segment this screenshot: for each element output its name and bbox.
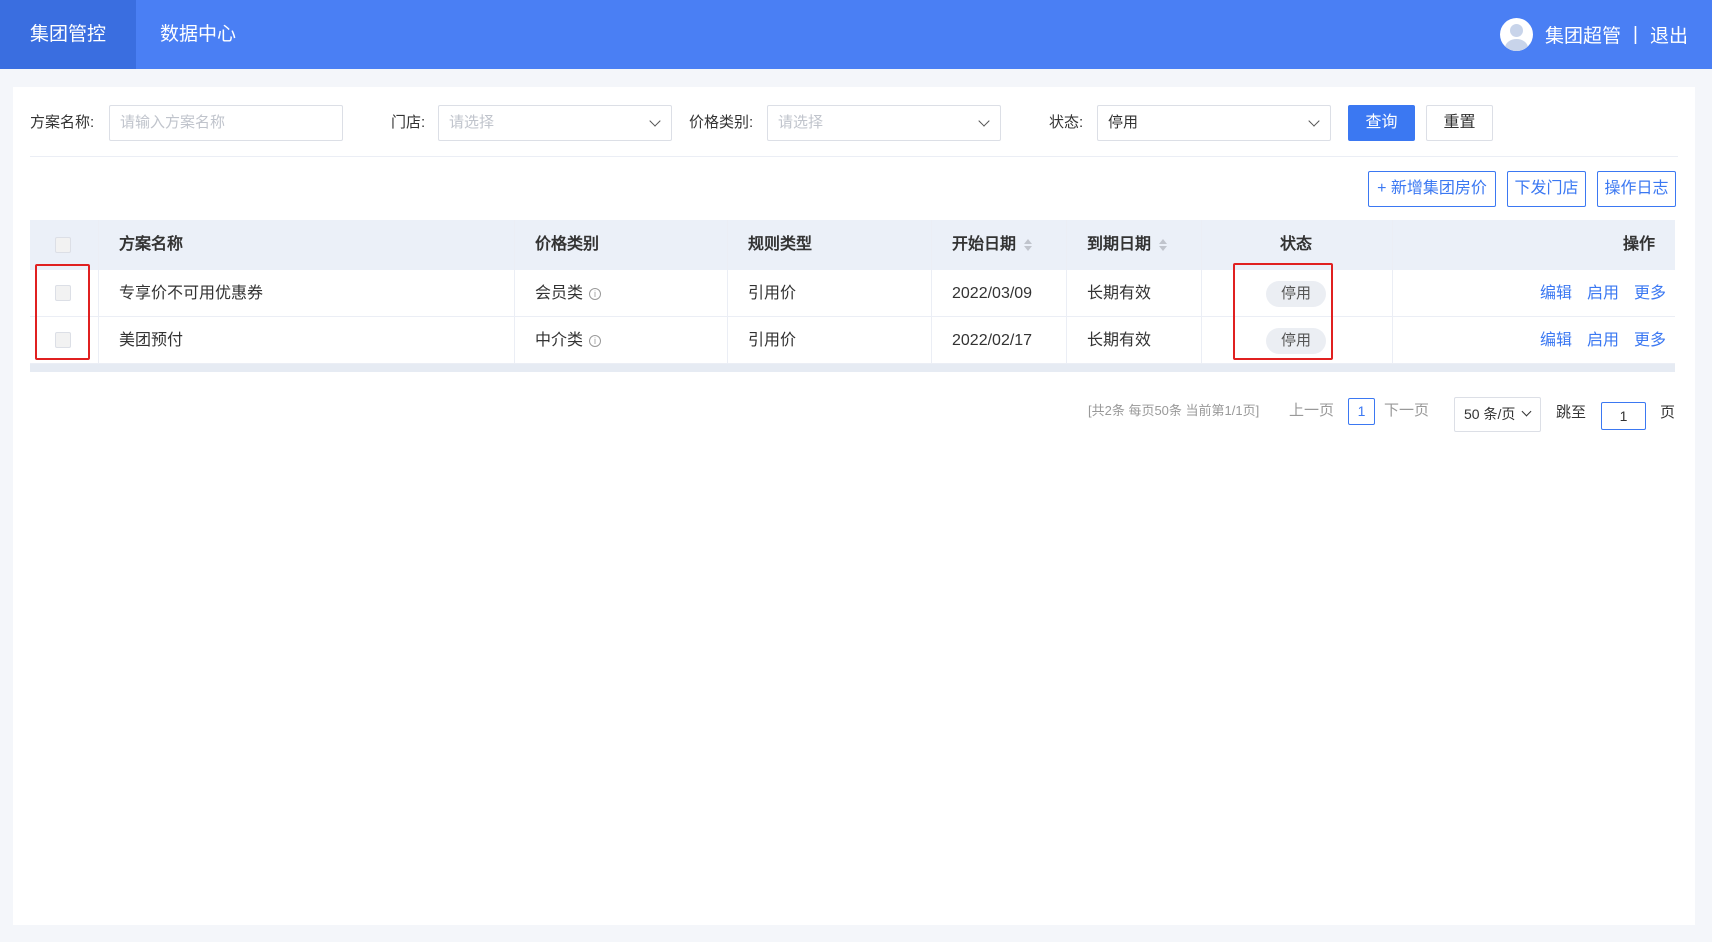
chevron-down-icon (649, 115, 661, 127)
chevron-down-icon (1308, 115, 1320, 127)
user-name[interactable]: 集团超管 (1545, 21, 1621, 48)
cell-plan-name: 专享价不可用优惠券 (119, 285, 264, 302)
table-row: 专享价不可用优惠券 会员类 i 引用价 2022/03/09 长期有效 停用 编辑… (30, 270, 1675, 317)
status-label: 状态: (1049, 114, 1084, 131)
price-type-placeholder: 请选择 (778, 114, 824, 131)
add-group-price-button[interactable]: + 新增集团房价 (1368, 171, 1496, 207)
sort-icon[interactable] (1024, 238, 1033, 252)
store-label: 门店: (391, 114, 426, 131)
nav-tab-group-control[interactable]: 集团管控 (0, 0, 137, 69)
highlight-box-status (1233, 263, 1333, 360)
main-panel: 方案名称: 请输入方案名称 门店: 请选择 价格类别: 请选择 状态: 停用 查… (13, 87, 1695, 925)
avatar-icon[interactable] (1500, 18, 1534, 51)
col-start-date[interactable]: 开始日期 (952, 220, 1033, 270)
enable-link[interactable]: 启用 (1587, 270, 1619, 317)
price-type-select[interactable]: 请选择 (767, 105, 1001, 141)
table-scrollbar[interactable] (30, 364, 1675, 372)
table-header: 方案名称 价格类别 规则类型 开始日期 到期日期 状态 操作 (30, 220, 1675, 270)
query-button[interactable]: 查询 (1348, 105, 1415, 141)
info-icon[interactable]: i (589, 334, 602, 347)
user-separator: | (1633, 23, 1638, 45)
page-size-value: 50 条/页 (1464, 406, 1516, 422)
cell-start-date: 2022/02/17 (952, 332, 1033, 349)
filter-divider (30, 156, 1678, 157)
cell-end-date: 长期有效 (1087, 285, 1152, 302)
cell-end-date: 长期有效 (1087, 332, 1152, 349)
store-select[interactable]: 请选择 (438, 105, 672, 141)
plan-name-label: 方案名称: (30, 114, 95, 131)
user-area: 集团超管 | 退出 (1500, 0, 1688, 69)
logout-link[interactable]: 退出 (1650, 21, 1688, 48)
column-divider (98, 220, 99, 364)
nav-tab-data-center[interactable]: 数据中心 (130, 0, 266, 69)
status-select-value: 停用 (1108, 114, 1139, 131)
edit-link[interactable]: 编辑 (1540, 270, 1572, 317)
col-price-type: 价格类别 (535, 236, 600, 253)
edit-link[interactable]: 编辑 (1540, 317, 1572, 364)
jump-label: 跳至 (1556, 404, 1587, 421)
col-end-date[interactable]: 到期日期 (1087, 220, 1168, 270)
jump-page-input[interactable]: 1 (1601, 402, 1646, 430)
col-actions: 操作 (1623, 236, 1656, 253)
column-divider (1201, 220, 1202, 364)
column-divider (514, 220, 515, 364)
column-divider (931, 220, 932, 364)
price-type-label: 价格类别: (689, 114, 754, 131)
info-icon[interactable]: i (589, 287, 602, 300)
column-divider (1066, 220, 1067, 364)
cell-rule-type: 引用价 (748, 285, 797, 302)
page-suffix-label: 页 (1660, 404, 1676, 421)
operation-log-button[interactable]: 操作日志 (1597, 171, 1676, 207)
chevron-down-icon (1521, 406, 1532, 417)
col-plan-name: 方案名称 (119, 236, 184, 253)
plan-name-input[interactable]: 请输入方案名称 (109, 105, 343, 141)
status-select[interactable]: 停用 (1097, 105, 1331, 141)
sort-icon[interactable] (1159, 238, 1168, 252)
cell-price-type: 会员类 i (535, 270, 602, 317)
reset-button[interactable]: 重置 (1426, 105, 1493, 141)
select-all-checkbox[interactable] (55, 237, 71, 253)
prev-page-link[interactable]: 上一页 (1289, 397, 1334, 425)
pagination-summary: [共2条 每页50条 当前第1/1页] (1088, 403, 1260, 418)
more-link[interactable]: 更多 (1634, 317, 1666, 364)
dispatch-store-button[interactable]: 下发门店 (1507, 171, 1586, 207)
more-link[interactable]: 更多 (1634, 270, 1666, 317)
col-start-date-label: 开始日期 (952, 236, 1017, 253)
page-size-select[interactable]: 50 条/页 (1454, 397, 1541, 432)
cell-plan-name: 美团预付 (119, 332, 184, 349)
column-divider (727, 220, 728, 364)
cell-price-type-text: 会员类 (535, 285, 584, 302)
plan-name-placeholder: 请输入方案名称 (120, 114, 226, 131)
cell-price-type-text: 中介类 (535, 332, 584, 349)
column-divider (1392, 220, 1393, 364)
highlight-box-checkboxes (35, 264, 90, 360)
table-row: 美团预付 中介类 i 引用价 2022/02/17 长期有效 停用 编辑 启用 更… (30, 317, 1675, 364)
col-rule-type: 规则类型 (748, 236, 813, 253)
chevron-down-icon (978, 115, 990, 127)
cell-price-type: 中介类 i (535, 317, 602, 364)
col-end-date-label: 到期日期 (1087, 236, 1152, 253)
cell-start-date: 2022/03/09 (952, 285, 1033, 302)
store-placeholder: 请选择 (449, 114, 495, 131)
top-navbar: 集团管控 数据中心 集团超管 | 退出 (0, 0, 1712, 69)
cell-rule-type: 引用价 (748, 332, 797, 349)
enable-link[interactable]: 启用 (1587, 317, 1619, 364)
next-page-link[interactable]: 下一页 (1384, 397, 1429, 425)
page-number-1[interactable]: 1 (1348, 398, 1375, 425)
